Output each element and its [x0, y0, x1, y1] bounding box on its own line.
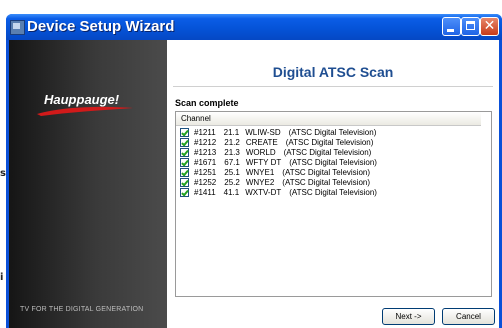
channel-number: #1411: [194, 187, 216, 197]
brand-sidebar: Hauppauge! TV FOR THE DIGITAL GENERATION: [9, 40, 167, 328]
channel-number: #1212: [194, 137, 217, 147]
window-title: Device Setup Wizard: [27, 18, 175, 35]
close-icon: ✕: [483, 18, 496, 34]
list-item[interactable]: #1411 41.1 WXTV-DT (ATSC Digital Television…: [176, 187, 491, 197]
channel-checkbox[interactable]: [180, 147, 189, 157]
list-item[interactable]: #1252 25.2 WNYE2 (ATSC Digital Television): [176, 177, 491, 187]
wizard-window: Device Setup Wizard ✕ Hauppauge! TV FOR …: [6, 14, 502, 328]
channel-checkbox[interactable]: [180, 127, 189, 137]
wizard-page: Digital ATSC Scan Scan complete Channel …: [167, 40, 499, 328]
channel-number: #1213: [194, 147, 217, 157]
page-title: Digital ATSC Scan: [272, 64, 394, 80]
minimize-icon: [447, 29, 454, 32]
channel-callsign: CREATE: [245, 137, 278, 147]
channel-callsign: WNYE1: [245, 167, 275, 177]
list-item[interactable]: #1211 21.1 WLIW-SD (ATSC Digital Television…: [176, 127, 491, 137]
channel-type: (ATSC Digital Television): [282, 167, 371, 177]
list-item[interactable]: #1251 25.1 WNYE1 (ATSC Digital Television): [176, 167, 491, 177]
channel-type: (ATSC Digital Television): [288, 127, 377, 137]
channel-number: #1252: [194, 177, 217, 187]
channel-major-minor: 21.1: [223, 127, 240, 137]
channel-type: (ATSC Digital Television): [283, 147, 372, 157]
channel-callsign: WXTV-DT: [245, 187, 282, 197]
list-item[interactable]: #1671 67.1 WFTY DT (ATSC Digital Television…: [176, 157, 491, 167]
channel-callsign: WLIW-SD: [245, 127, 281, 137]
channel-major-minor: 67.1: [224, 157, 240, 167]
channel-checkbox[interactable]: [180, 157, 189, 167]
channel-major-minor: 25.2: [224, 177, 240, 187]
channel-major-minor: 21.3: [224, 147, 240, 157]
app-icon: [10, 20, 25, 35]
maximize-button[interactable]: [461, 17, 480, 36]
channel-type: (ATSC Digital Television): [285, 137, 374, 147]
channel-number: #1211: [194, 127, 216, 137]
channel-type: (ATSC Digital Television): [289, 187, 377, 197]
channel-checkbox[interactable]: [180, 187, 189, 197]
cancel-button[interactable]: Cancel: [442, 308, 495, 325]
channel-checkbox[interactable]: [180, 137, 189, 147]
title-bar[interactable]: Device Setup Wizard ✕: [6, 14, 502, 40]
channel-list[interactable]: Channel #1211 21.1 WLIW-SD (ATSC Digital Te…: [175, 111, 492, 297]
close-button[interactable]: ✕: [480, 17, 499, 36]
channel-callsign: WORLD: [245, 147, 276, 157]
channel-major-minor: 41.1: [223, 187, 240, 197]
minimize-button[interactable]: [442, 17, 461, 36]
channel-major-minor: 21.2: [224, 137, 240, 147]
channel-callsign: WNYE2: [245, 177, 275, 187]
channel-number: #1251: [194, 167, 217, 177]
list-item[interactable]: #1213 21.3 WORLD (ATSC Digital Television): [176, 147, 491, 157]
brand-tagline: TV FOR THE DIGITAL GENERATION: [20, 306, 144, 313]
channel-checkbox[interactable]: [180, 167, 189, 177]
wizard-body: Hauppauge! TV FOR THE DIGITAL GENERATION…: [9, 40, 499, 328]
background-window-text: i: [0, 272, 4, 283]
scan-status: Scan complete: [175, 98, 239, 108]
channel-rows: #1211 21.1 WLIW-SD (ATSC Digital Television…: [176, 126, 491, 197]
maximize-icon: [466, 21, 475, 30]
channel-number: #1671: [194, 157, 217, 167]
list-item[interactable]: #1212 21.2 CREATE (ATSC Digital Television): [176, 137, 491, 147]
channel-checkbox[interactable]: [180, 177, 189, 187]
next-button[interactable]: Next ->: [382, 308, 435, 325]
channel-callsign: WFTY DT: [245, 157, 282, 167]
channel-major-minor: 25.1: [224, 167, 240, 177]
logo-swoosh-icon: [37, 106, 133, 116]
channel-type: (ATSC Digital Television): [282, 177, 371, 187]
column-header-channel[interactable]: Channel: [176, 112, 481, 126]
title-divider: [173, 86, 493, 87]
channel-type: (ATSC Digital Television): [289, 157, 377, 167]
